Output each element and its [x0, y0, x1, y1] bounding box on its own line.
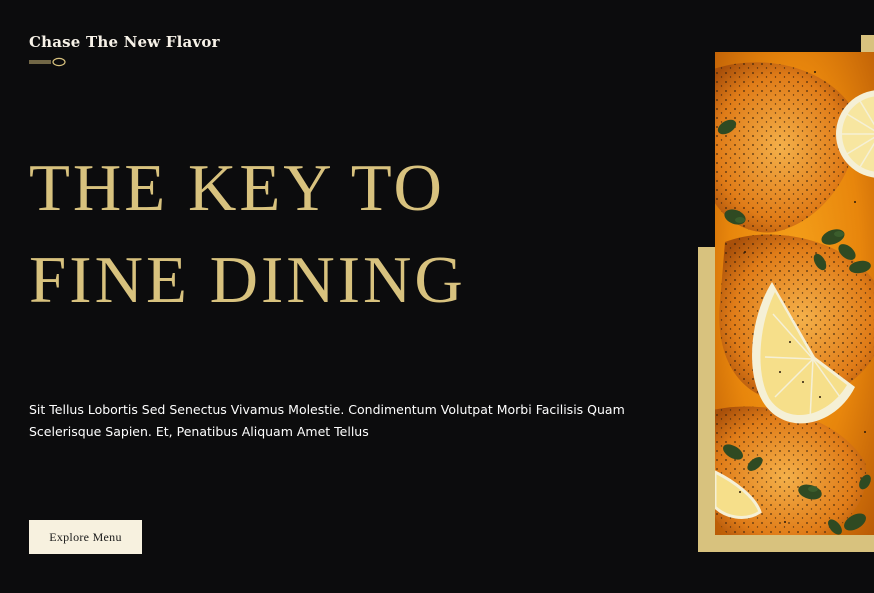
hero-headline: THE KEY TO FINE DINING — [29, 142, 466, 326]
headline-line-2: FINE DINING — [29, 243, 466, 317]
explore-menu-button[interactable]: Explore Menu — [29, 520, 142, 554]
spoon-icon — [29, 57, 66, 67]
image-frame-accent-bottom — [698, 535, 874, 552]
tagline: Chase The New Flavor — [29, 33, 220, 51]
hero-description: Sit Tellus Lobortis Sed Senectus Vivamus… — [29, 402, 625, 439]
dish-photo — [715, 52, 874, 535]
headline-line-1: THE KEY TO — [29, 151, 445, 225]
hero-section: Chase The New Flavor THE KEY TO FINE DIN… — [0, 0, 874, 593]
